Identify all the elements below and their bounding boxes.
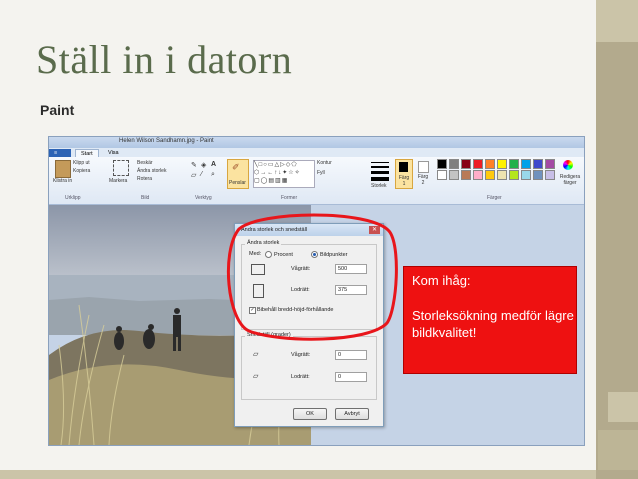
group-tools-label: Verktyg — [195, 195, 212, 201]
size-icon[interactable] — [371, 162, 389, 181]
group-colors-label: Färger — [487, 195, 502, 201]
pencil-icon[interactable]: ✎ — [191, 161, 197, 169]
color2-button[interactable]: Färg 2 — [415, 159, 431, 187]
select-icon[interactable] — [113, 160, 129, 176]
cut-button[interactable]: Klipp ut — [73, 160, 90, 166]
ok-button[interactable]: OK — [293, 408, 327, 420]
color-swatch[interactable] — [473, 159, 483, 169]
group-shapes-label: Former — [281, 195, 298, 201]
color-swatch[interactable] — [521, 159, 531, 169]
magnifier-icon[interactable]: ⌕ — [211, 171, 215, 179]
slide-title: Ställ in i datorn — [36, 37, 293, 82]
eraser-icon[interactable]: ▱ — [191, 171, 196, 179]
skew-vertical-input[interactable]: 0 — [335, 372, 367, 382]
skew-vertical-icon: ⏥ — [253, 373, 259, 380]
color2-swatch — [418, 161, 429, 173]
paint-titlebar: Helen Wilson Sandhamn.jpg - Paint — [49, 137, 584, 148]
group-image-label: Bild — [141, 195, 150, 201]
color-swatch[interactable] — [437, 170, 447, 180]
ribbon-tabs: ≡ Start Visa — [49, 148, 584, 158]
color-swatch[interactable] — [485, 159, 495, 169]
color-swatch[interactable] — [461, 159, 471, 169]
picker-icon[interactable]: ⁄ — [201, 171, 202, 178]
skew-fieldset — [241, 336, 377, 400]
color-swatch[interactable] — [485, 170, 495, 180]
brushes-label: Penslar — [229, 180, 246, 186]
color-swatch[interactable] — [437, 159, 447, 169]
fill-button[interactable]: Fyll — [317, 170, 325, 176]
note-body: Storleksökning medför lägre bildkvalitet… — [412, 308, 574, 340]
red-circle-annotation — [226, 213, 398, 341]
crop-button[interactable]: Beskär — [137, 160, 153, 166]
note-heading: Kom ihåg: — [412, 273, 471, 288]
ribbon: Klistra in Klipp ut Kopiera Urklipp Mark… — [49, 157, 584, 205]
color-swatch[interactable] — [449, 170, 459, 180]
color-swatch[interactable] — [497, 170, 507, 180]
skew-vertical-label: Lodrätt: — [291, 374, 310, 380]
select-button[interactable]: Markera — [109, 178, 127, 184]
color-swatch[interactable] — [521, 170, 531, 180]
color-swatch[interactable] — [545, 170, 555, 180]
group-clipboard-label: Urklipp — [65, 195, 81, 201]
color-swatch[interactable] — [461, 170, 471, 180]
brush-icon: ✐ — [232, 162, 240, 172]
cancel-button[interactable]: Avbryt — [335, 408, 369, 420]
skew-horizontal-label: Vågrätt: — [291, 352, 311, 358]
brushes-button[interactable]: ✐ Penslar — [227, 159, 249, 189]
resize-button[interactable]: Ändra storlek — [137, 168, 166, 174]
outline-button[interactable]: Kontur — [317, 160, 332, 166]
color-swatch[interactable] — [533, 170, 543, 180]
color-swatch[interactable] — [545, 159, 555, 169]
color-swatch[interactable] — [497, 159, 507, 169]
copy-button[interactable]: Kopiera — [73, 168, 90, 174]
paint-menu-button[interactable]: ≡ — [49, 149, 71, 157]
color1-button[interactable]: Färg 1 — [395, 159, 413, 189]
tab-visa[interactable]: Visa — [103, 149, 124, 157]
paste-button[interactable]: Klistra in — [53, 178, 72, 184]
skew-horizontal-icon: ▱ — [253, 351, 259, 358]
color-swatch[interactable] — [509, 170, 519, 180]
shapes-gallery[interactable]: ╲□○▭△▷◇⬠ ⬡→←↑↓✦☆✧ ▢◯▤▥▦ — [253, 160, 315, 188]
size-label: Storlek — [371, 183, 387, 189]
rotate-button[interactable]: Rotera — [137, 176, 152, 182]
skew-horizontal-input[interactable]: 0 — [335, 350, 367, 360]
edit-colors-icon[interactable] — [563, 160, 573, 170]
decorative-square — [598, 430, 638, 470]
color-swatch[interactable] — [509, 159, 519, 169]
color-palette — [437, 159, 561, 183]
edit-colors-button[interactable]: Redigera färger — [557, 174, 583, 186]
color2-label: Färg 2 — [417, 174, 429, 186]
decorative-square — [608, 392, 638, 422]
decorative-bottom-band — [0, 470, 596, 479]
color-swatch[interactable] — [449, 159, 459, 169]
paste-icon[interactable] — [55, 160, 71, 178]
reminder-note: Kom ihåg: Storleksökning medför lägre bi… — [403, 266, 577, 374]
color1-label: Färg 1 — [398, 175, 410, 187]
slide-subtitle: Paint — [40, 102, 75, 118]
color-swatch[interactable] — [473, 170, 483, 180]
text-icon[interactable]: A — [211, 161, 216, 168]
color1-swatch — [399, 162, 408, 172]
window-title: Helen Wilson Sandhamn.jpg - Paint — [119, 138, 214, 144]
color-swatch[interactable] — [533, 159, 543, 169]
fill-icon[interactable]: ◈ — [201, 161, 206, 169]
decorative-square — [596, 0, 638, 42]
